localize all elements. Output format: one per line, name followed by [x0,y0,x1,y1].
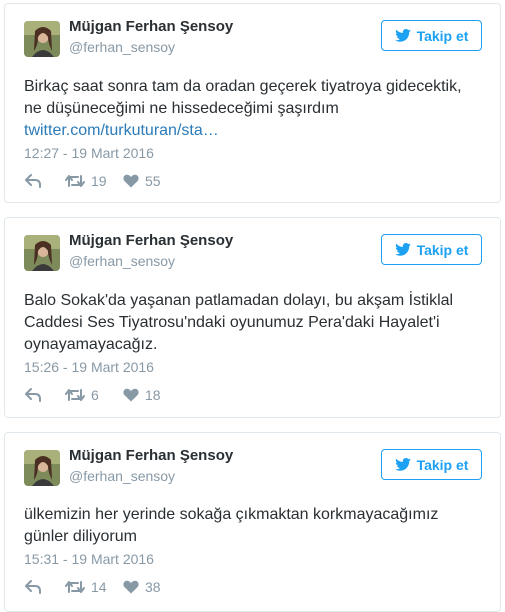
like-button[interactable]: 38 [123,579,183,595]
reply-icon [25,580,41,594]
tweet-timestamp[interactable]: 15:26 - 19 Mart 2016 [24,359,154,375]
like-count: 18 [145,387,161,403]
tweet-link[interactable]: twitter.com/turkuturan/sta… [24,120,482,142]
tweet-actions: 19 55 [25,171,183,191]
tweet-text: Balo Sokak'da yaşanan patlamadan dolayı,… [24,290,482,356]
tweet-text-line: Birkaç saat sonra tam da oradan geçerek … [24,78,462,95]
retweet-button[interactable]: 19 [65,173,123,189]
avatar[interactable] [24,235,60,271]
tweet-card: Müjgan Ferhan Şensoy @ferhan_sensoy Taki… [4,432,501,612]
author-handle[interactable]: @ferhan_sensoy [69,468,175,484]
follow-label: Takip et [416,456,469,473]
retweet-icon [65,581,85,593]
tweet-actions: 14 38 [25,577,183,597]
author-handle[interactable]: @ferhan_sensoy [69,253,175,269]
reply-icon [25,174,41,188]
follow-button[interactable]: Takip et [381,20,482,51]
tweet-actions: 6 18 [25,385,183,405]
heart-icon [123,174,139,188]
like-count: 55 [145,173,161,189]
twitter-bird-icon [394,458,411,471]
tweet-timestamp[interactable]: 12:27 - 19 Mart 2016 [24,145,154,161]
retweet-icon [65,389,85,401]
tweet-text-line: günler diliyorum [24,528,137,545]
author-name[interactable]: Müjgan Ferhan Şensoy [69,447,233,464]
follow-label: Takip et [416,27,469,44]
retweet-count: 19 [91,173,107,189]
reply-button[interactable] [25,174,65,188]
follow-button[interactable]: Takip et [381,449,482,480]
tweet-text: ülkemizin her yerinde sokağa çıkmaktan k… [24,504,482,548]
tweet-text-line: oynayamayacağız. [24,336,158,353]
reply-icon [25,388,41,402]
twitter-bird-icon [394,243,411,256]
heart-icon [123,388,139,402]
retweet-button[interactable]: 6 [65,387,123,403]
follow-button[interactable]: Takip et [381,234,482,265]
twitter-bird-icon [394,29,411,42]
author-handle[interactable]: @ferhan_sensoy [69,39,175,55]
retweet-button[interactable]: 14 [65,579,123,595]
tweet-text-line: Caddesi Ses Tiyatrosu'ndaki oyunumuz Per… [24,314,440,331]
tweet-card: Müjgan Ferhan Şensoy @ferhan_sensoy Taki… [4,3,501,203]
tweet-text: Birkaç saat sonra tam da oradan geçerek … [24,76,482,142]
tweet-text-line: Balo Sokak'da yaşanan patlamadan dolayı,… [24,292,454,309]
tweet-card: Müjgan Ferhan Şensoy @ferhan_sensoy Taki… [4,217,501,418]
reply-button[interactable] [25,388,65,402]
retweet-count: 14 [91,579,107,595]
reply-button[interactable] [25,580,65,594]
retweet-count: 6 [91,387,99,403]
heart-icon [123,580,139,594]
retweet-icon [65,175,85,187]
follow-label: Takip et [416,241,469,258]
like-button[interactable]: 55 [123,173,183,189]
tweet-text-line: ne düşüneceğimi ne hissedeceğimi şaşırdı… [24,100,339,117]
author-name[interactable]: Müjgan Ferhan Şensoy [69,232,233,249]
tweet-timestamp[interactable]: 15:31 - 19 Mart 2016 [24,551,154,567]
avatar[interactable] [24,21,60,57]
like-count: 38 [145,579,161,595]
author-name[interactable]: Müjgan Ferhan Şensoy [69,18,233,35]
like-button[interactable]: 18 [123,387,183,403]
tweet-text-line: ülkemizin her yerinde sokağa çıkmaktan k… [24,506,439,523]
avatar[interactable] [24,450,60,486]
